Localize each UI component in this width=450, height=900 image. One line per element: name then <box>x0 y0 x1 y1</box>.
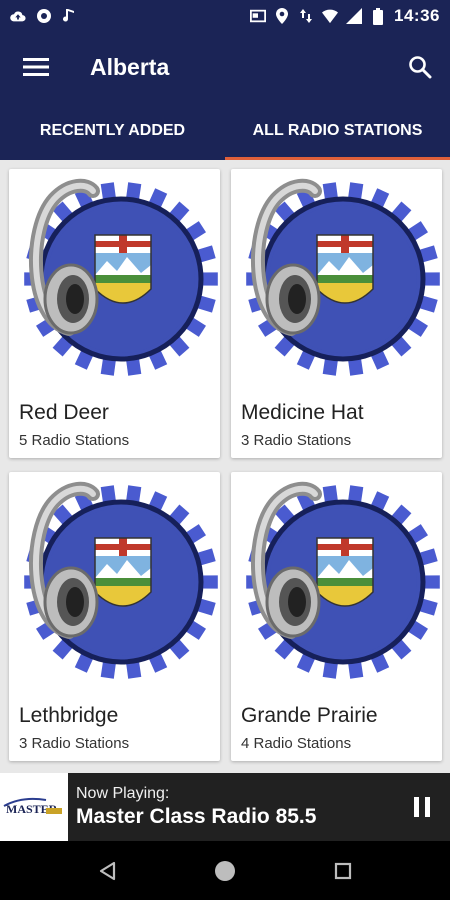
hamburger-menu-icon <box>23 58 49 76</box>
city-art <box>231 472 442 692</box>
search-button[interactable] <box>390 32 450 102</box>
system-nav-bar <box>0 841 450 900</box>
station-count: 4 Radio Stations <box>241 735 352 752</box>
city-card-red-deer[interactable]: Red Deer 5 Radio Stations <box>9 169 220 458</box>
back-button[interactable] <box>92 856 122 886</box>
pause-icon <box>414 797 430 817</box>
station-logo: MASTER <box>0 773 68 841</box>
cast-icon <box>250 8 267 24</box>
tab-recently-added[interactable]: RECENTLY ADDED <box>0 102 225 160</box>
recents-icon <box>334 862 352 879</box>
menu-button[interactable] <box>0 32 72 102</box>
now-playing-label: Now Playing: <box>76 785 170 802</box>
city-grid: Red Deer 5 Radio Stations Medicine Hat 3… <box>0 160 450 773</box>
home-icon <box>215 860 235 881</box>
status-bar: 14:36 <box>0 0 450 32</box>
now-playing-bar[interactable]: MASTER Now Playing: Master Class Radio 8… <box>0 773 450 841</box>
pause-button[interactable] <box>394 773 450 841</box>
city-name: Red Deer <box>19 401 109 424</box>
recents-button[interactable] <box>328 856 358 886</box>
city-name: Grande Prairie <box>241 704 378 727</box>
tab-all-radio-stations[interactable]: ALL RADIO STATIONS <box>225 102 450 160</box>
city-art <box>9 169 220 389</box>
music-note-icon <box>62 8 78 24</box>
app-bar: Alberta <box>0 32 450 102</box>
status-time: 14:36 <box>394 6 440 25</box>
city-art <box>9 472 220 692</box>
search-icon <box>409 56 432 79</box>
cloud-upload-icon <box>10 8 26 24</box>
station-count: 5 Radio Stations <box>19 432 130 449</box>
city-card-lethbridge[interactable]: Lethbridge 3 Radio Stations <box>9 472 220 761</box>
city-card-grande-prairie[interactable]: Grande Prairie 4 Radio Stations <box>231 472 442 761</box>
page-title: Alberta <box>90 53 170 80</box>
station-count: 3 Radio Stations <box>19 735 130 752</box>
city-name: Lethbridge <box>19 704 119 727</box>
now-playing-station: Master Class Radio 85.5 <box>76 805 317 828</box>
battery-icon <box>370 7 386 25</box>
home-button[interactable] <box>210 856 240 886</box>
wifi-icon <box>322 8 339 24</box>
signal-icon <box>346 8 363 24</box>
settings-icon <box>36 8 52 24</box>
tab-bar: RECENTLY ADDED ALL RADIO STATIONS <box>0 102 450 160</box>
city-art <box>231 169 442 389</box>
back-icon <box>99 861 116 880</box>
station-count: 3 Radio Stations <box>241 432 352 449</box>
city-card-medicine-hat[interactable]: Medicine Hat 3 Radio Stations <box>231 169 442 458</box>
location-icon <box>274 8 290 24</box>
data-arrows-icon <box>298 8 314 24</box>
city-name: Medicine Hat <box>241 401 364 424</box>
